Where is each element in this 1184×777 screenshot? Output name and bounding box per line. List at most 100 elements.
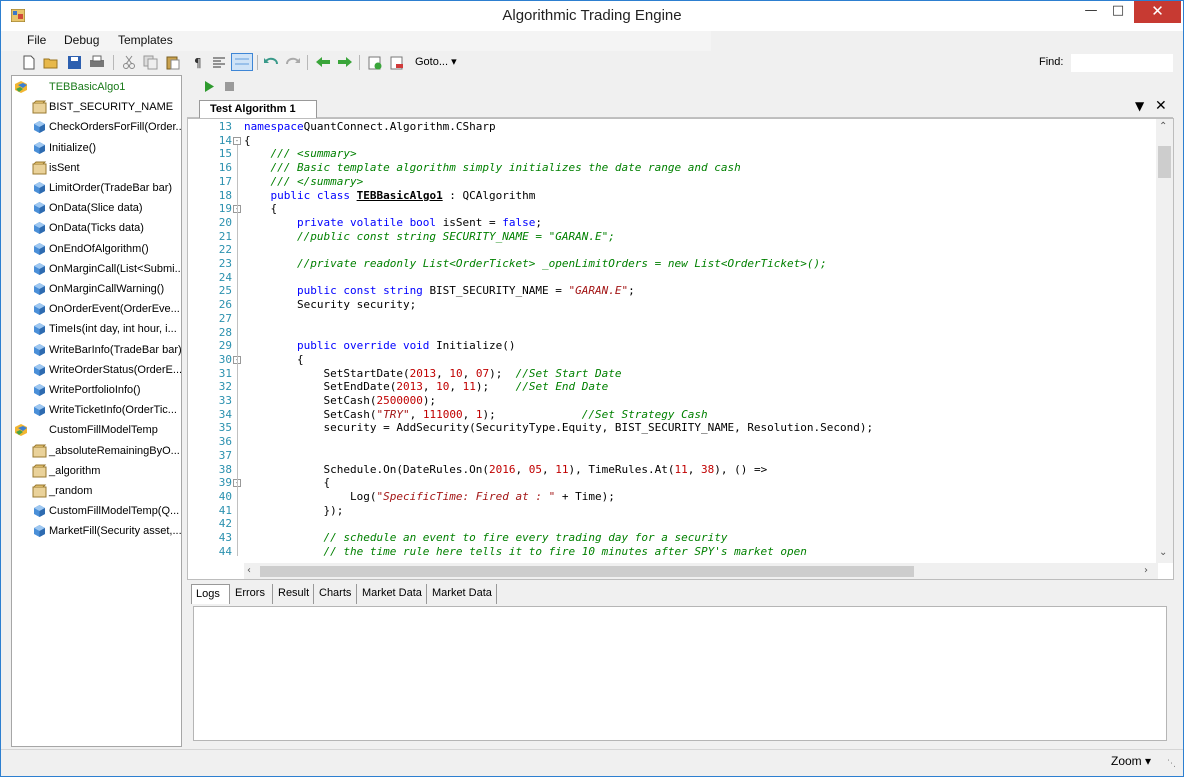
code-token: + Time); — [555, 489, 615, 503]
open-folder-icon[interactable] — [43, 55, 59, 70]
tree-member-node[interactable]: isSent — [12, 158, 181, 178]
tab-close-icon[interactable]: ✕ — [1155, 98, 1167, 114]
undo-icon[interactable] — [263, 55, 279, 70]
save-icon[interactable] — [67, 55, 83, 70]
tab-logs[interactable]: Logs — [191, 584, 230, 604]
tree-node-label: OnData(Slice data) — [49, 202, 143, 215]
find-input[interactable] — [1071, 54, 1173, 72]
code-token: 2013 — [409, 366, 437, 380]
tree-node-label: CheckOrdersForFill(Order... — [49, 121, 182, 134]
tab-market-data[interactable]: Market Data — [358, 584, 427, 604]
tab-charts[interactable]: Charts — [315, 584, 357, 604]
menu-debug[interactable]: Debug — [64, 33, 99, 47]
goto-label: Goto... — [415, 56, 449, 68]
collapse-region-icon[interactable]: - — [233, 136, 241, 145]
remove-bookmark-icon[interactable] — [389, 55, 405, 70]
tab-test-algorithm[interactable]: Test Algorithm 1 — [199, 100, 317, 118]
tree-member-node[interactable]: _random — [12, 481, 181, 501]
region-toggle-icon[interactable] — [231, 53, 253, 71]
scroll-up-icon[interactable]: ⌃ — [1159, 121, 1167, 132]
code-line: 27 — [188, 312, 1148, 326]
menu-file[interactable]: File — [27, 33, 46, 47]
menu-templates[interactable]: Templates — [118, 33, 173, 47]
maximize-button[interactable]: □ — [1103, 1, 1133, 23]
tree-member-node[interactable]: WriteTicketInfo(OrderTic... — [12, 400, 181, 420]
tree-member-node[interactable]: _absoluteRemainingByO... — [12, 441, 181, 461]
code-token: { — [244, 476, 331, 490]
paste-icon[interactable] — [165, 55, 181, 70]
code-text: SetEndDate(2013, 10, 11); //Set End Date — [244, 380, 608, 394]
horizontal-scrollbar[interactable]: ‹ › — [244, 563, 1158, 579]
tree-node-label: LimitOrder(TradeBar bar) — [49, 182, 173, 194]
paragraph-icon[interactable]: ¶ — [191, 55, 207, 70]
line-number: 37 — [218, 448, 232, 462]
resize-grip-icon[interactable]: ⋱ — [1167, 759, 1176, 769]
code-line: 16 /// Basic template algorithm simply i… — [188, 161, 1148, 175]
run-icon[interactable] — [203, 80, 215, 93]
tab-market-data[interactable]: Market Data — [428, 584, 497, 604]
tree-member-node[interactable]: OnData(Slice data) — [12, 198, 181, 218]
code-line: 34 SetCash("TRY", 111000, 1); //Set Stra… — [188, 408, 1148, 422]
print-icon[interactable] — [89, 55, 105, 70]
tree-node-label: TEBBasicAlgo1 — [49, 81, 126, 93]
horizontal-scroll-thumb[interactable] — [260, 566, 914, 577]
forward-arrow-icon[interactable] — [337, 55, 353, 70]
tree-member-node[interactable]: LimitOrder(TradeBar bar) — [12, 178, 181, 198]
copy-icon[interactable] — [143, 55, 159, 70]
tree-member-node[interactable]: WriteBarInfo(TradeBar bar) — [12, 340, 181, 360]
code-text: { — [244, 202, 277, 216]
cut-icon[interactable] — [121, 55, 137, 70]
method-icon — [34, 505, 45, 518]
tree-node-label: OnOrderEvent(OrderEve... — [49, 303, 180, 316]
code-line: 32 SetEndDate(2013, 10, 11); //Set End D… — [188, 380, 1148, 394]
tree-member-node[interactable]: OnMarginCallWarning() — [12, 279, 181, 299]
tree-member-node[interactable]: _algorithm — [12, 461, 181, 481]
close-button[interactable]: ✕ — [1134, 1, 1181, 23]
scroll-right-icon[interactable]: › — [1144, 565, 1148, 576]
tree-member-node[interactable]: BIST_SECURITY_NAME — [12, 97, 181, 117]
zoom-dropdown[interactable]: Zoom ▾ — [1111, 754, 1151, 768]
minimize-button[interactable]: — — [1076, 1, 1106, 23]
tree-member-node[interactable]: MarketFill(Security asset,... — [12, 521, 181, 541]
tree-member-node[interactable]: WritePortfolioInfo() — [12, 380, 181, 400]
redo-icon[interactable] — [285, 55, 301, 70]
stop-icon[interactable] — [224, 81, 235, 92]
main-window: Algorithmic Trading Engine — □ ✕ File De… — [0, 0, 1184, 777]
tree-member-node[interactable]: CustomFillModelTemp(Q... — [12, 501, 181, 521]
code-token: 11 — [555, 462, 569, 476]
tab-result[interactable]: Result — [274, 584, 314, 604]
tree-class-node[interactable]: CustomFillModelTemp — [12, 420, 181, 440]
outline-icon[interactable] — [211, 55, 227, 70]
method-icon — [34, 121, 45, 134]
tree-member-node[interactable]: OnData(Ticks data) — [12, 218, 181, 238]
line-number: 36 — [218, 435, 232, 449]
vertical-scrollbar[interactable]: ⌃ ⌄ — [1156, 119, 1173, 563]
goto-dropdown[interactable]: Goto... ▾ — [415, 55, 457, 68]
scroll-left-icon[interactable]: ‹ — [247, 565, 251, 576]
code-token: : QCAlgorithm — [442, 188, 536, 202]
tree-class-node[interactable]: TEBBasicAlgo1 — [12, 77, 181, 97]
line-number: 30 — [218, 352, 232, 366]
tree-member-node[interactable]: Initialize() — [12, 138, 181, 158]
tree-member-node[interactable]: CheckOrdersForFill(Order... — [12, 117, 182, 137]
vertical-scroll-thumb[interactable] — [1158, 146, 1171, 178]
tab-errors[interactable]: Errors — [231, 584, 273, 604]
code-token: private volatile bool — [244, 215, 443, 229]
tree-member-node[interactable]: WriteOrderStatus(OrderE... — [12, 360, 181, 380]
tab-dropdown-icon[interactable]: ▼ — [1135, 99, 1144, 113]
tree-member-node[interactable]: OnMarginCall(List<Submi... — [12, 259, 181, 279]
method-icon — [34, 404, 45, 417]
code-editor[interactable]: 13 namespaceQuantConnect.Algorithm.CSharp… — [187, 118, 1174, 580]
tree-member-node[interactable]: OnEndOfAlgorithm() — [12, 239, 181, 259]
tree-member-node[interactable]: OnOrderEvent(OrderEve... — [12, 299, 181, 319]
code-token: SetCash( — [244, 394, 377, 407]
add-bookmark-icon[interactable] — [367, 55, 383, 70]
back-arrow-icon[interactable] — [315, 55, 331, 70]
new-file-icon[interactable] — [21, 55, 37, 70]
tree-node-label: CustomFillModelTemp(Q... — [49, 505, 180, 518]
scroll-down-icon[interactable]: ⌄ — [1159, 547, 1167, 558]
code-token: ), () => — [714, 462, 768, 476]
tree-member-node[interactable]: TimeIs(int day, int hour, i... — [12, 319, 181, 339]
code-token: "TRY" — [376, 407, 410, 421]
log-output[interactable] — [193, 606, 1167, 741]
